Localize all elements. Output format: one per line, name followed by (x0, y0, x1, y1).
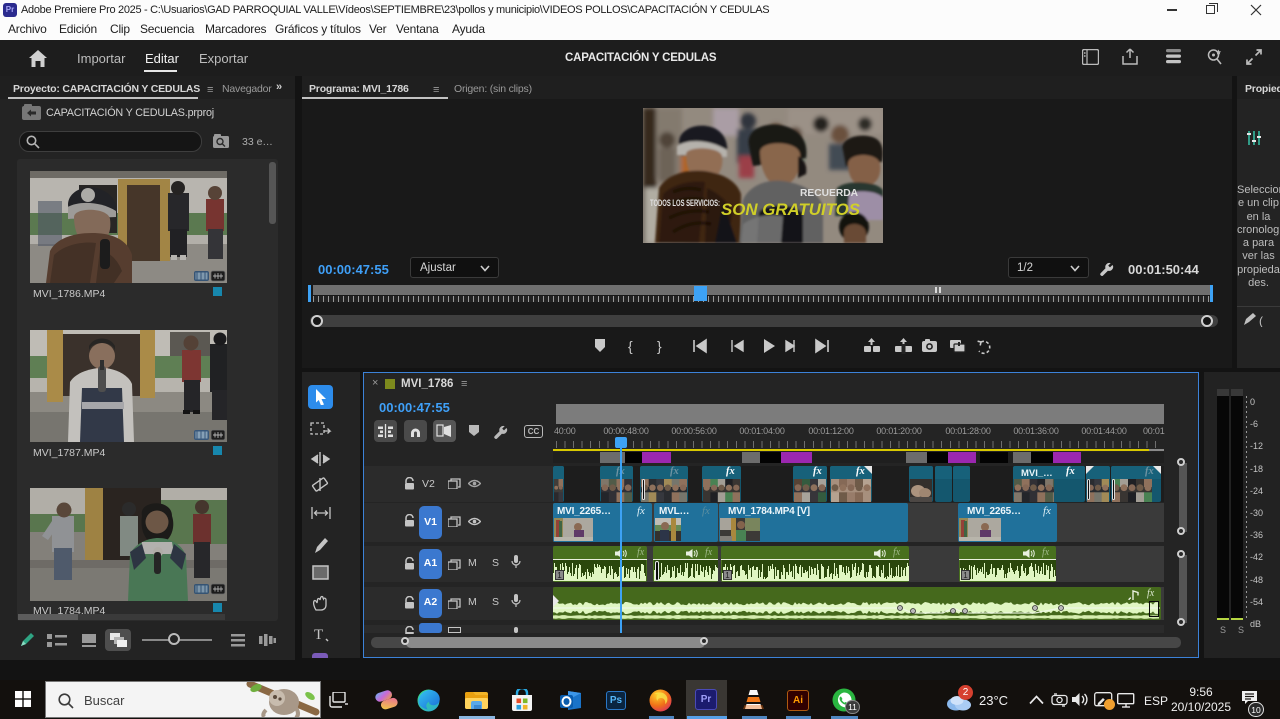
svg-text:TODOS LOS SERVICIOS:: TODOS LOS SERVICIOS: (650, 198, 720, 209)
svg-text:RECUERDA: RECUERDA (800, 187, 858, 199)
svg-text:{: { (628, 338, 633, 354)
svg-text:SON GRATUITOS: SON GRATUITOS (721, 201, 860, 219)
svg-text:(: ( (1259, 314, 1263, 327)
svg-text:T: T (314, 627, 323, 642)
svg-text:}: } (657, 338, 662, 354)
